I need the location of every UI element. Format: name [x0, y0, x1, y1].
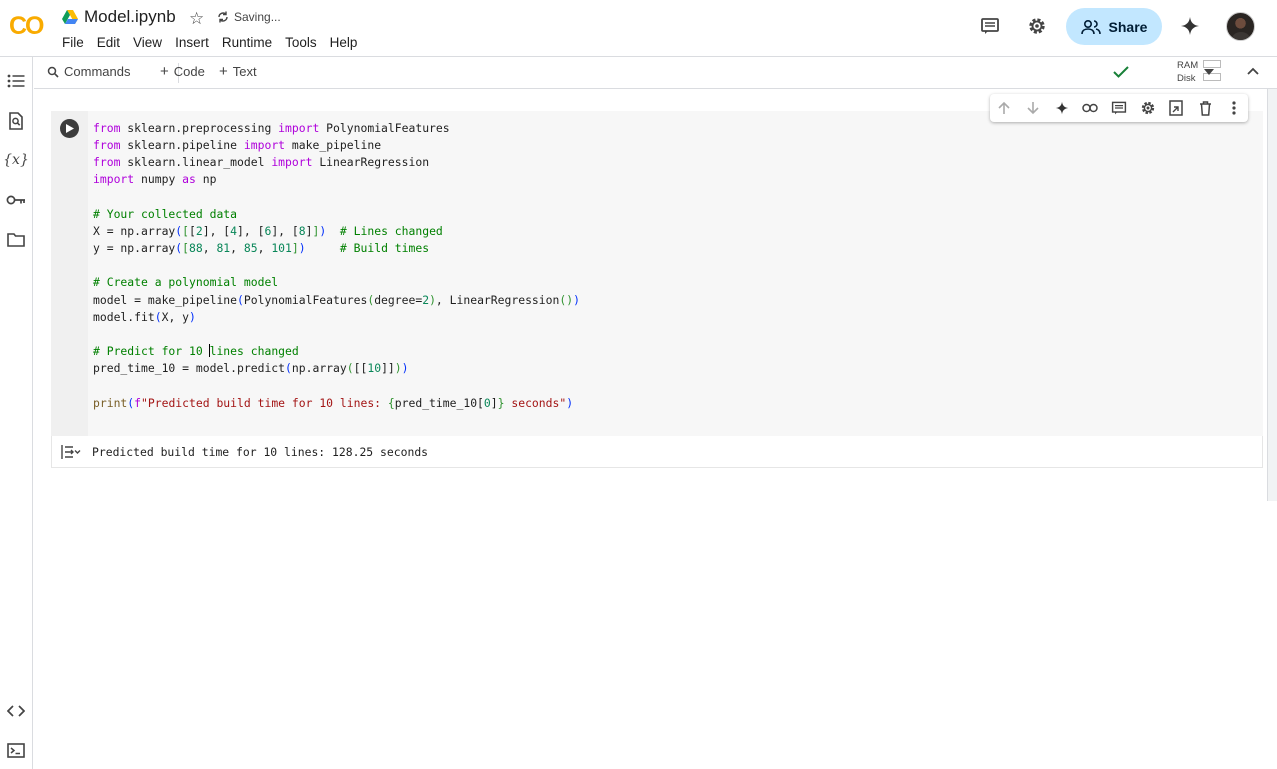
save-status-text: Saving...: [234, 10, 281, 24]
search-icon: [47, 66, 59, 78]
add-code-label: Code: [173, 64, 205, 79]
link-icon[interactable]: [1076, 94, 1105, 122]
terminal-icon[interactable]: [5, 739, 27, 761]
menu-insert[interactable]: Insert: [175, 34, 215, 52]
plus-icon: +: [160, 63, 169, 80]
code-line: X = np.array([[2], [4], [6], [8]]) # Lin…: [93, 223, 443, 238]
disk-label: Disk: [1177, 73, 1196, 84]
save-status: Saving...: [216, 10, 281, 24]
code-line: print(f"Predicted build time for 10 line…: [93, 395, 574, 410]
code-line: pred_time_10 = model.predict(np.array([[…: [93, 361, 409, 376]
code-line: from sklearn.pipeline import make_pipeli…: [93, 138, 382, 153]
text-cursor: [208, 344, 210, 358]
code-editor[interactable]: from sklearn.preprocessing import Polyno…: [93, 120, 580, 412]
move-up-icon[interactable]: [990, 94, 1019, 122]
settings-gear-icon[interactable]: [1024, 13, 1050, 39]
svg-text:CO: CO: [9, 12, 44, 38]
gemini-sparkle-icon[interactable]: [1047, 94, 1076, 122]
variables-icon[interactable]: {x}: [3, 149, 29, 171]
cell-gutter: [51, 111, 88, 436]
delete-icon[interactable]: [1191, 94, 1220, 122]
share-button[interactable]: Share: [1066, 8, 1162, 45]
code-line: from sklearn.linear_model import LinearR…: [93, 155, 430, 170]
menu-tools[interactable]: Tools: [285, 34, 323, 52]
more-vert-icon[interactable]: [1219, 94, 1248, 122]
chevron-down-icon[interactable]: [1204, 69, 1214, 75]
menu-file[interactable]: File: [62, 34, 90, 52]
code-line: from sklearn.preprocessing import Polyno…: [93, 121, 450, 135]
code-line: # Create a polynomial model: [93, 275, 279, 290]
notebook-toolbar: Commands + Code + Text RAM Disk: [34, 57, 1277, 89]
avatar[interactable]: [1226, 12, 1255, 41]
collapse-chevron-up-icon[interactable]: [1247, 67, 1259, 75]
files-folder-icon[interactable]: [5, 228, 27, 250]
menu-bar: File Edit View Insert Runtime Tools Help: [62, 34, 370, 52]
table-of-contents-icon[interactable]: [5, 70, 27, 92]
code-line: # Predict for 10 lines changed: [93, 344, 299, 359]
menu-view[interactable]: View: [133, 34, 168, 52]
add-code-button[interactable]: + Code: [160, 64, 205, 79]
play-icon: [65, 124, 74, 133]
menu-runtime[interactable]: Runtime: [222, 34, 278, 52]
ram-label: RAM: [1177, 60, 1199, 71]
comment-icon[interactable]: [1105, 94, 1134, 122]
settings-icon[interactable]: [1133, 94, 1162, 122]
code-line: # Your collected data: [93, 206, 238, 221]
drive-icon[interactable]: [62, 10, 78, 24]
sync-icon: [218, 11, 228, 23]
ram-usage-bar: [1203, 60, 1221, 68]
run-cell-button[interactable]: [60, 119, 79, 138]
output-text: Predicted build time for 10 lines: 128.2…: [92, 445, 429, 459]
output-actions-icon[interactable]: [61, 444, 81, 460]
code-line: y = np.array([88, 81, 85, 101]) # Build …: [93, 241, 430, 256]
add-text-label: Text: [232, 64, 257, 79]
add-text-button[interactable]: + Text: [219, 64, 257, 79]
cell-toolbar: [990, 94, 1248, 122]
connected-check-icon: [1113, 66, 1129, 78]
code-snippets-icon[interactable]: [5, 700, 27, 722]
colab-logo[interactable]: CO: [9, 12, 49, 38]
commands-button[interactable]: Commands: [47, 64, 130, 79]
commands-label: Commands: [64, 64, 131, 79]
keyword: from: [93, 121, 121, 135]
share-label: Share: [1108, 18, 1148, 35]
scrollbar-thumb[interactable]: [1267, 89, 1277, 501]
comments-icon[interactable]: [977, 13, 1003, 39]
people-icon: [1080, 19, 1101, 34]
mirror-cell-icon[interactable]: [1162, 94, 1191, 122]
code-line: model = make_pipeline(PolynomialFeatures…: [93, 292, 580, 307]
menu-edit[interactable]: Edit: [97, 34, 126, 52]
code-line: model.fit(X, y): [93, 309, 196, 324]
menu-help[interactable]: Help: [330, 34, 364, 52]
resource-monitor[interactable]: RAM Disk: [1177, 59, 1198, 85]
gemini-sparkle-icon[interactable]: [1177, 13, 1203, 39]
secrets-key-icon[interactable]: [5, 189, 27, 211]
left-sidebar: {x}: [0, 57, 33, 769]
move-down-icon[interactable]: [1019, 94, 1048, 122]
app-header: CO Model.ipynb ☆ Saving... File Edit Vie…: [0, 0, 1277, 57]
code-line: import numpy as np: [93, 172, 217, 187]
notebook-filename[interactable]: Model.ipynb: [84, 7, 176, 27]
find-replace-icon[interactable]: [5, 110, 27, 132]
star-icon[interactable]: ☆: [189, 9, 204, 29]
plus-icon: +: [219, 63, 228, 80]
